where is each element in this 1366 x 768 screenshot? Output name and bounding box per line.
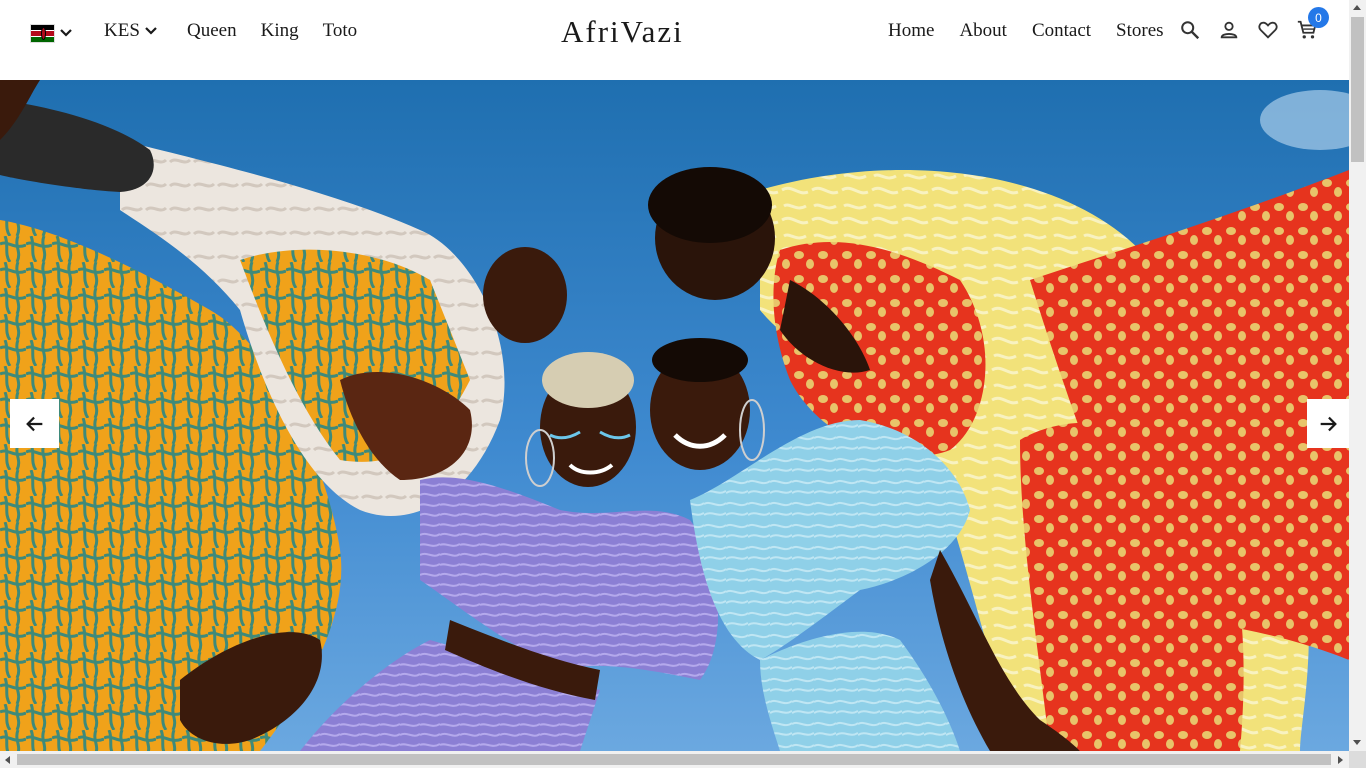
main-nav: Home About Contact Stores: [888, 20, 1189, 42]
chevron-down-icon: [145, 27, 157, 35]
account-button[interactable]: [1217, 18, 1241, 42]
scroll-right-arrow-icon[interactable]: [1338, 756, 1343, 764]
nav-link-toto[interactable]: Toto: [323, 20, 358, 42]
cart-count-badge: 0: [1308, 7, 1329, 28]
wishlist-button[interactable]: [1256, 18, 1280, 42]
vertical-scrollbar-thumb[interactable]: [1351, 17, 1364, 162]
scrollbar-corner: [1349, 751, 1366, 768]
nav-link-queen[interactable]: Queen: [187, 20, 237, 42]
horizontal-scrollbar-thumb[interactable]: [17, 754, 1331, 765]
category-nav: Queen King Toto: [187, 20, 381, 42]
kenya-flag-icon: [30, 23, 55, 43]
wishlist-heart-icon: [1258, 21, 1278, 39]
vertical-scrollbar[interactable]: [1349, 0, 1366, 751]
scroll-up-arrow-icon[interactable]: [1353, 5, 1361, 10]
nav-link-home[interactable]: Home: [888, 20, 934, 42]
nav-link-stores[interactable]: Stores: [1116, 20, 1164, 42]
arrow-right-icon: [1320, 416, 1337, 431]
search-icon: [1181, 21, 1200, 40]
scroll-left-arrow-icon[interactable]: [5, 756, 10, 764]
header-icons: 0: [1178, 7, 1329, 42]
site-logo[interactable]: AfriVazi: [561, 14, 684, 50]
currency-label: KES: [104, 20, 140, 41]
nav-link-king[interactable]: King: [261, 20, 299, 42]
country-selector[interactable]: [30, 22, 73, 44]
currency-selector[interactable]: KES: [104, 20, 158, 42]
arrow-left-icon: [25, 416, 42, 431]
fashion-models-group-photo: [0, 80, 1349, 751]
hero-slider: [0, 80, 1349, 751]
slider-prev-button[interactable]: [10, 399, 59, 448]
nav-link-about[interactable]: About: [959, 20, 1007, 42]
slider-next-button[interactable]: [1307, 399, 1349, 448]
search-button[interactable]: [1178, 18, 1202, 42]
nav-link-contact[interactable]: Contact: [1032, 20, 1091, 42]
account-icon: [1220, 21, 1238, 39]
horizontal-scrollbar[interactable]: [0, 751, 1349, 768]
scroll-down-arrow-icon[interactable]: [1353, 740, 1361, 745]
chevron-down-icon: [60, 29, 72, 37]
cart-button[interactable]: 0: [1295, 7, 1329, 42]
site-header: KES Queen King Toto AfriVazi Home About …: [0, 0, 1349, 80]
